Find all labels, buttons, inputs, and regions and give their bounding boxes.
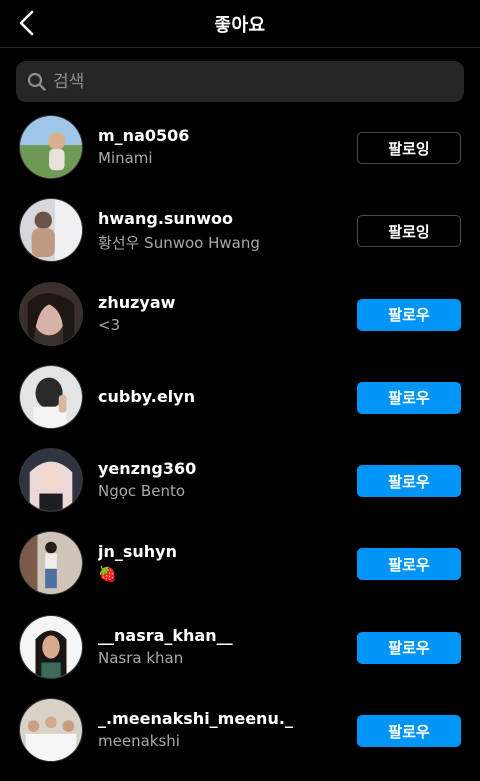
search-bar[interactable] xyxy=(16,61,464,102)
follow-button[interactable]: 팔로우 xyxy=(357,631,461,664)
username[interactable]: cubby.elyn xyxy=(98,387,343,406)
full-name: 황선우 Sunwoo Hwang xyxy=(98,234,260,253)
full-name: <3 xyxy=(98,315,121,334)
username[interactable]: __nasra_khan__ xyxy=(98,626,343,645)
avatar[interactable] xyxy=(19,281,83,346)
full-name: Ngọc Bento xyxy=(98,482,186,501)
search-icon xyxy=(27,72,47,92)
header: 좋아요 xyxy=(0,0,480,48)
avatar[interactable] xyxy=(19,198,83,263)
avatar[interactable] xyxy=(19,364,83,429)
full-name: Nasra khan xyxy=(98,648,184,667)
user-info: hwang.sunwoo 황선우 Sunwoo Hwang xyxy=(98,209,343,253)
list-item[interactable]: zhuzyaw <3 팔로우 xyxy=(0,281,480,365)
following-button[interactable]: 팔로잉 xyxy=(357,132,461,164)
list-item[interactable]: cubby.elyn 팔로우 xyxy=(0,364,480,448)
follow-button[interactable]: 팔로우 xyxy=(357,465,461,498)
list-item[interactable]: __nasra_khan__ Nasra khan 팔로우 xyxy=(0,614,480,698)
following-button[interactable]: 팔로잉 xyxy=(357,215,461,248)
avatar[interactable] xyxy=(19,448,83,513)
user-info: jn_suhyn 🍓 xyxy=(98,542,343,583)
user-info: cubby.elyn xyxy=(98,387,343,406)
list-item[interactable]: jn_suhyn 🍓 팔로우 xyxy=(0,531,480,614)
list-item[interactable]: yenzng360 Ngọc Bento 팔로우 xyxy=(0,448,480,531)
full-name: Minami xyxy=(98,149,153,167)
username[interactable]: zhuzyaw xyxy=(98,293,343,312)
page-title: 좋아요 xyxy=(214,15,266,36)
user-info: __nasra_khan__ Nasra khan xyxy=(98,626,343,667)
username[interactable]: hwang.sunwoo xyxy=(98,209,343,228)
avatar[interactable] xyxy=(19,614,83,679)
full-name: 🍓 xyxy=(98,565,117,584)
list-item[interactable]: hwang.sunwoo 황선우 Sunwoo Hwang 팔로잉 xyxy=(0,198,480,281)
user-info: yenzng360 Ngọc Bento xyxy=(98,459,343,500)
username[interactable]: m_na0506 xyxy=(98,126,343,145)
list-item[interactable]: m_na0506 Minami 팔로잉 xyxy=(0,115,480,198)
user-info: m_na0506 Minami xyxy=(98,126,343,167)
avatar[interactable] xyxy=(19,115,83,179)
username[interactable]: jn_suhyn xyxy=(98,542,343,561)
username[interactable]: _.meenakshi_meenu._ xyxy=(98,709,343,728)
user-info: zhuzyaw <3 xyxy=(98,293,343,334)
follow-button[interactable]: 팔로우 xyxy=(357,548,461,581)
follow-button[interactable]: 팔로우 xyxy=(357,381,461,414)
user-info: _.meenakshi_meenu._ meenakshi xyxy=(98,709,343,750)
likes-list: m_na0506 Minami 팔로잉 hwang.sunwoo 황선우 Sun… xyxy=(0,115,480,781)
search-input[interactable] xyxy=(53,61,448,102)
full-name: meenakshi xyxy=(98,732,180,751)
list-item[interactable]: _.meenakshi_meenu._ meenakshi 팔로우 xyxy=(0,698,480,781)
avatar[interactable] xyxy=(19,531,83,596)
follow-button[interactable]: 팔로우 xyxy=(357,298,461,331)
avatar[interactable] xyxy=(19,698,83,763)
username[interactable]: yenzng360 xyxy=(98,459,343,478)
follow-button[interactable]: 팔로우 xyxy=(357,715,461,748)
